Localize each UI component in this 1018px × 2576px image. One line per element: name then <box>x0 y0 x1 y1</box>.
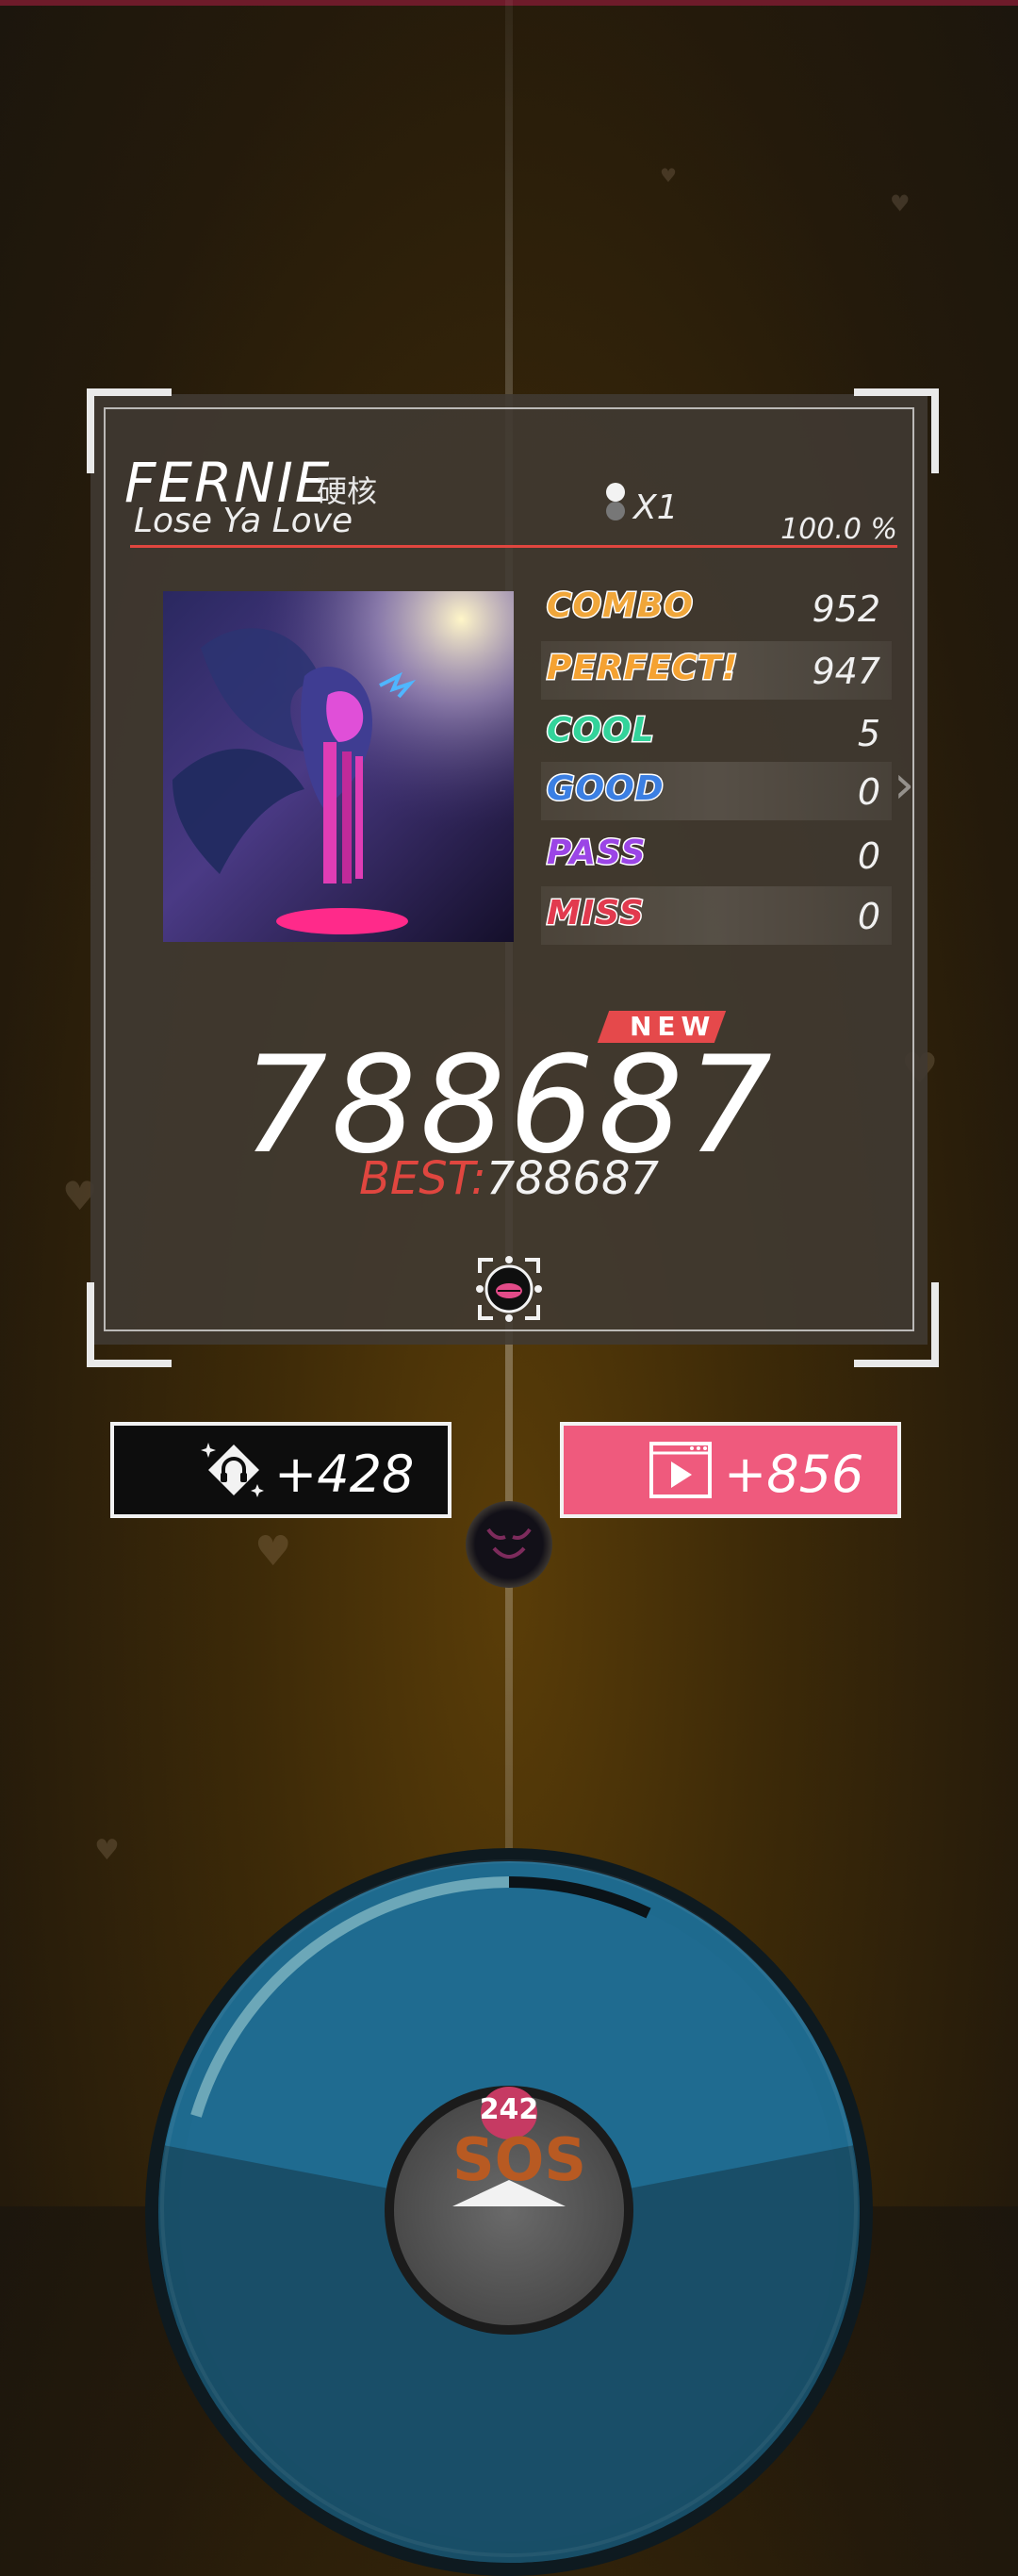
sos-count: 242 <box>479 2093 539 2126</box>
headphone-coin-icon <box>201 1443 264 1497</box>
album-jacket <box>163 591 514 942</box>
stat-label: COMBO <box>546 586 695 627</box>
panel-corner <box>87 1282 172 1367</box>
video-reward-amount: +856 <box>724 1445 864 1504</box>
stat-row-combo: COMBO 952 <box>541 579 892 637</box>
coin-reward-amount: +428 <box>274 1445 415 1504</box>
stat-label: MISS <box>546 893 646 934</box>
sos-pointer-icon <box>452 2180 566 2206</box>
coin-reward-button[interactable]: +428 <box>110 1422 452 1518</box>
heart-decoration: ♥ <box>890 190 911 217</box>
demon-avatar-icon[interactable] <box>466 1501 552 1588</box>
stat-row-miss: MISS 0 <box>541 886 892 945</box>
stat-label: GOOD <box>546 768 665 810</box>
song-title: Lose Ya Love <box>134 502 353 540</box>
stat-value: 0 <box>857 771 880 813</box>
title-underline <box>130 545 897 548</box>
best-score: BEST:788687 <box>0 1152 1018 1205</box>
stat-value: 952 <box>812 588 880 630</box>
stat-row-perfect: PERFECT! 947 <box>541 641 892 700</box>
next-arrow-icon[interactable]: › <box>894 754 914 816</box>
accuracy-value: 100.0 % <box>780 513 897 546</box>
best-label: BEST: <box>358 1152 486 1205</box>
speed-multiplier: X1 <box>633 488 679 527</box>
panel-corner <box>854 388 939 473</box>
panel-corner <box>854 1282 939 1367</box>
stat-value: 0 <box>857 835 880 877</box>
speed-note-icon <box>606 483 625 520</box>
demon-face-icon <box>486 1527 532 1559</box>
stat-label: PERFECT! <box>545 648 739 689</box>
stat-row-good: GOOD 0 <box>541 762 892 820</box>
video-reward-button[interactable]: +856 <box>560 1422 901 1518</box>
stat-value: 5 <box>857 713 880 754</box>
heart-decoration: ♥ <box>660 164 677 187</box>
stat-row-pass: PASS 0 <box>541 826 892 884</box>
stat-label: PASS <box>546 833 648 874</box>
heart-decoration: ♥ <box>254 1527 292 1576</box>
share-icon[interactable] <box>476 1256 542 1322</box>
video-play-icon <box>649 1442 712 1498</box>
heart-decoration: ♥ <box>94 1834 120 1867</box>
stat-label: COOL <box>546 710 656 751</box>
best-value: 788687 <box>485 1152 660 1205</box>
stat-row-cool: COOL 5 <box>541 703 892 762</box>
stat-value: 947 <box>812 651 880 692</box>
stat-value: 0 <box>857 896 880 937</box>
